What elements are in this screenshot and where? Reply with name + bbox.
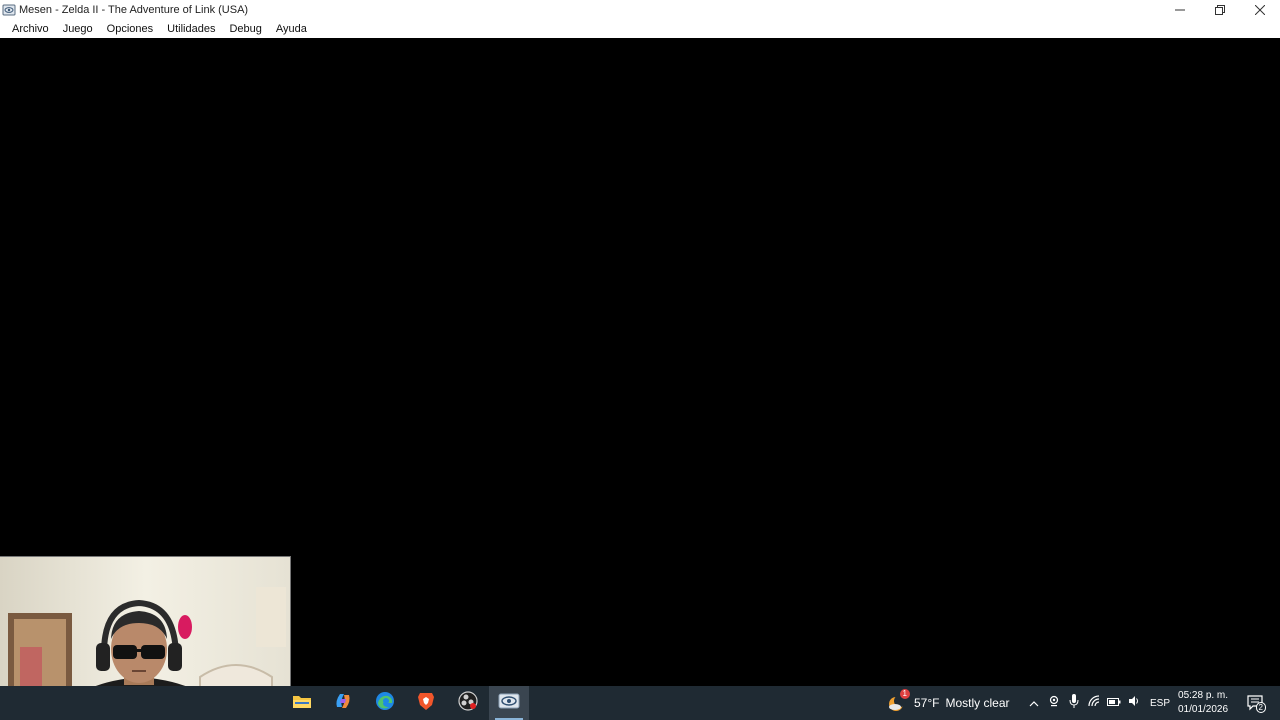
taskbar-edge[interactable] [365,686,405,720]
tray-battery[interactable] [1104,686,1124,720]
taskbar-obs[interactable] [448,686,488,720]
file-explorer-icon [292,693,312,714]
system-tray [1024,686,1144,720]
tray-clock[interactable]: 05:28 p. m. 01/01/2026 [1178,686,1228,720]
close-button[interactable] [1240,0,1280,20]
clock-time: 05:28 p. m. [1178,690,1229,701]
window-title: Mesen - Zelda II - The Adventure of Link… [19,4,249,16]
show-hidden-icons-button[interactable] [1024,686,1044,720]
speaker-icon [1128,694,1140,712]
weather-temperature: 57°F [914,696,940,710]
weather-widget[interactable]: 1 57°F Mostly clear [886,686,1010,720]
menu-ayuda[interactable]: Ayuda [269,20,314,38]
restore-icon [1215,5,1225,15]
taskbar-file-explorer[interactable] [282,686,322,720]
tray-language[interactable]: ESP [1150,686,1170,720]
weather-moon-icon: 1 [886,689,910,713]
edge-browser-icon [375,691,395,716]
tray-network[interactable] [1084,686,1104,720]
tray-microphone[interactable] [1064,686,1084,720]
obs-studio-icon [458,690,478,716]
notification-center-button[interactable]: 2 [1243,686,1267,720]
taskbar-brave[interactable] [406,686,446,720]
menu-utilidades[interactable]: Utilidades [160,20,222,38]
menu-bar: Archivo Juego Opciones Utilidades Debug … [0,20,1280,38]
brave-browser-icon [417,691,435,716]
notification-count: 2 [1255,702,1266,713]
tray-volume[interactable] [1124,686,1144,720]
tray-meet-now[interactable] [1044,686,1064,720]
input-language: ESP [1150,697,1171,709]
minimize-button[interactable] [1160,0,1200,20]
menu-opciones[interactable]: Opciones [100,20,160,38]
taskbar-copilot[interactable] [323,686,363,720]
copilot-icon [333,691,353,716]
windows-taskbar: 1 57°F Mostly clear ESP 05:28 p. m. 01/0… [0,686,1280,720]
mesen-icon [498,692,520,715]
mesen-app-icon [2,3,16,17]
restore-button[interactable] [1200,0,1240,20]
notification-icon: 2 [1247,695,1266,713]
microphone-icon [1069,693,1079,713]
chevron-up-icon [1029,694,1039,712]
battery-icon [1107,694,1121,712]
menu-archivo[interactable]: Archivo [5,20,56,38]
weather-badge: 1 [899,689,910,699]
camera-icon [1048,694,1060,712]
minimize-icon [1175,5,1185,15]
weather-description: Mostly clear [945,696,1010,710]
menu-juego[interactable]: Juego [56,20,100,38]
close-icon [1255,5,1265,15]
taskbar-mesen[interactable] [489,686,529,720]
menu-debug[interactable]: Debug [222,20,268,38]
window-titlebar[interactable]: Mesen - Zelda II - The Adventure of Link… [0,0,1280,20]
clock-date: 01/01/2026 [1178,704,1229,715]
wifi-icon [1088,694,1100,712]
